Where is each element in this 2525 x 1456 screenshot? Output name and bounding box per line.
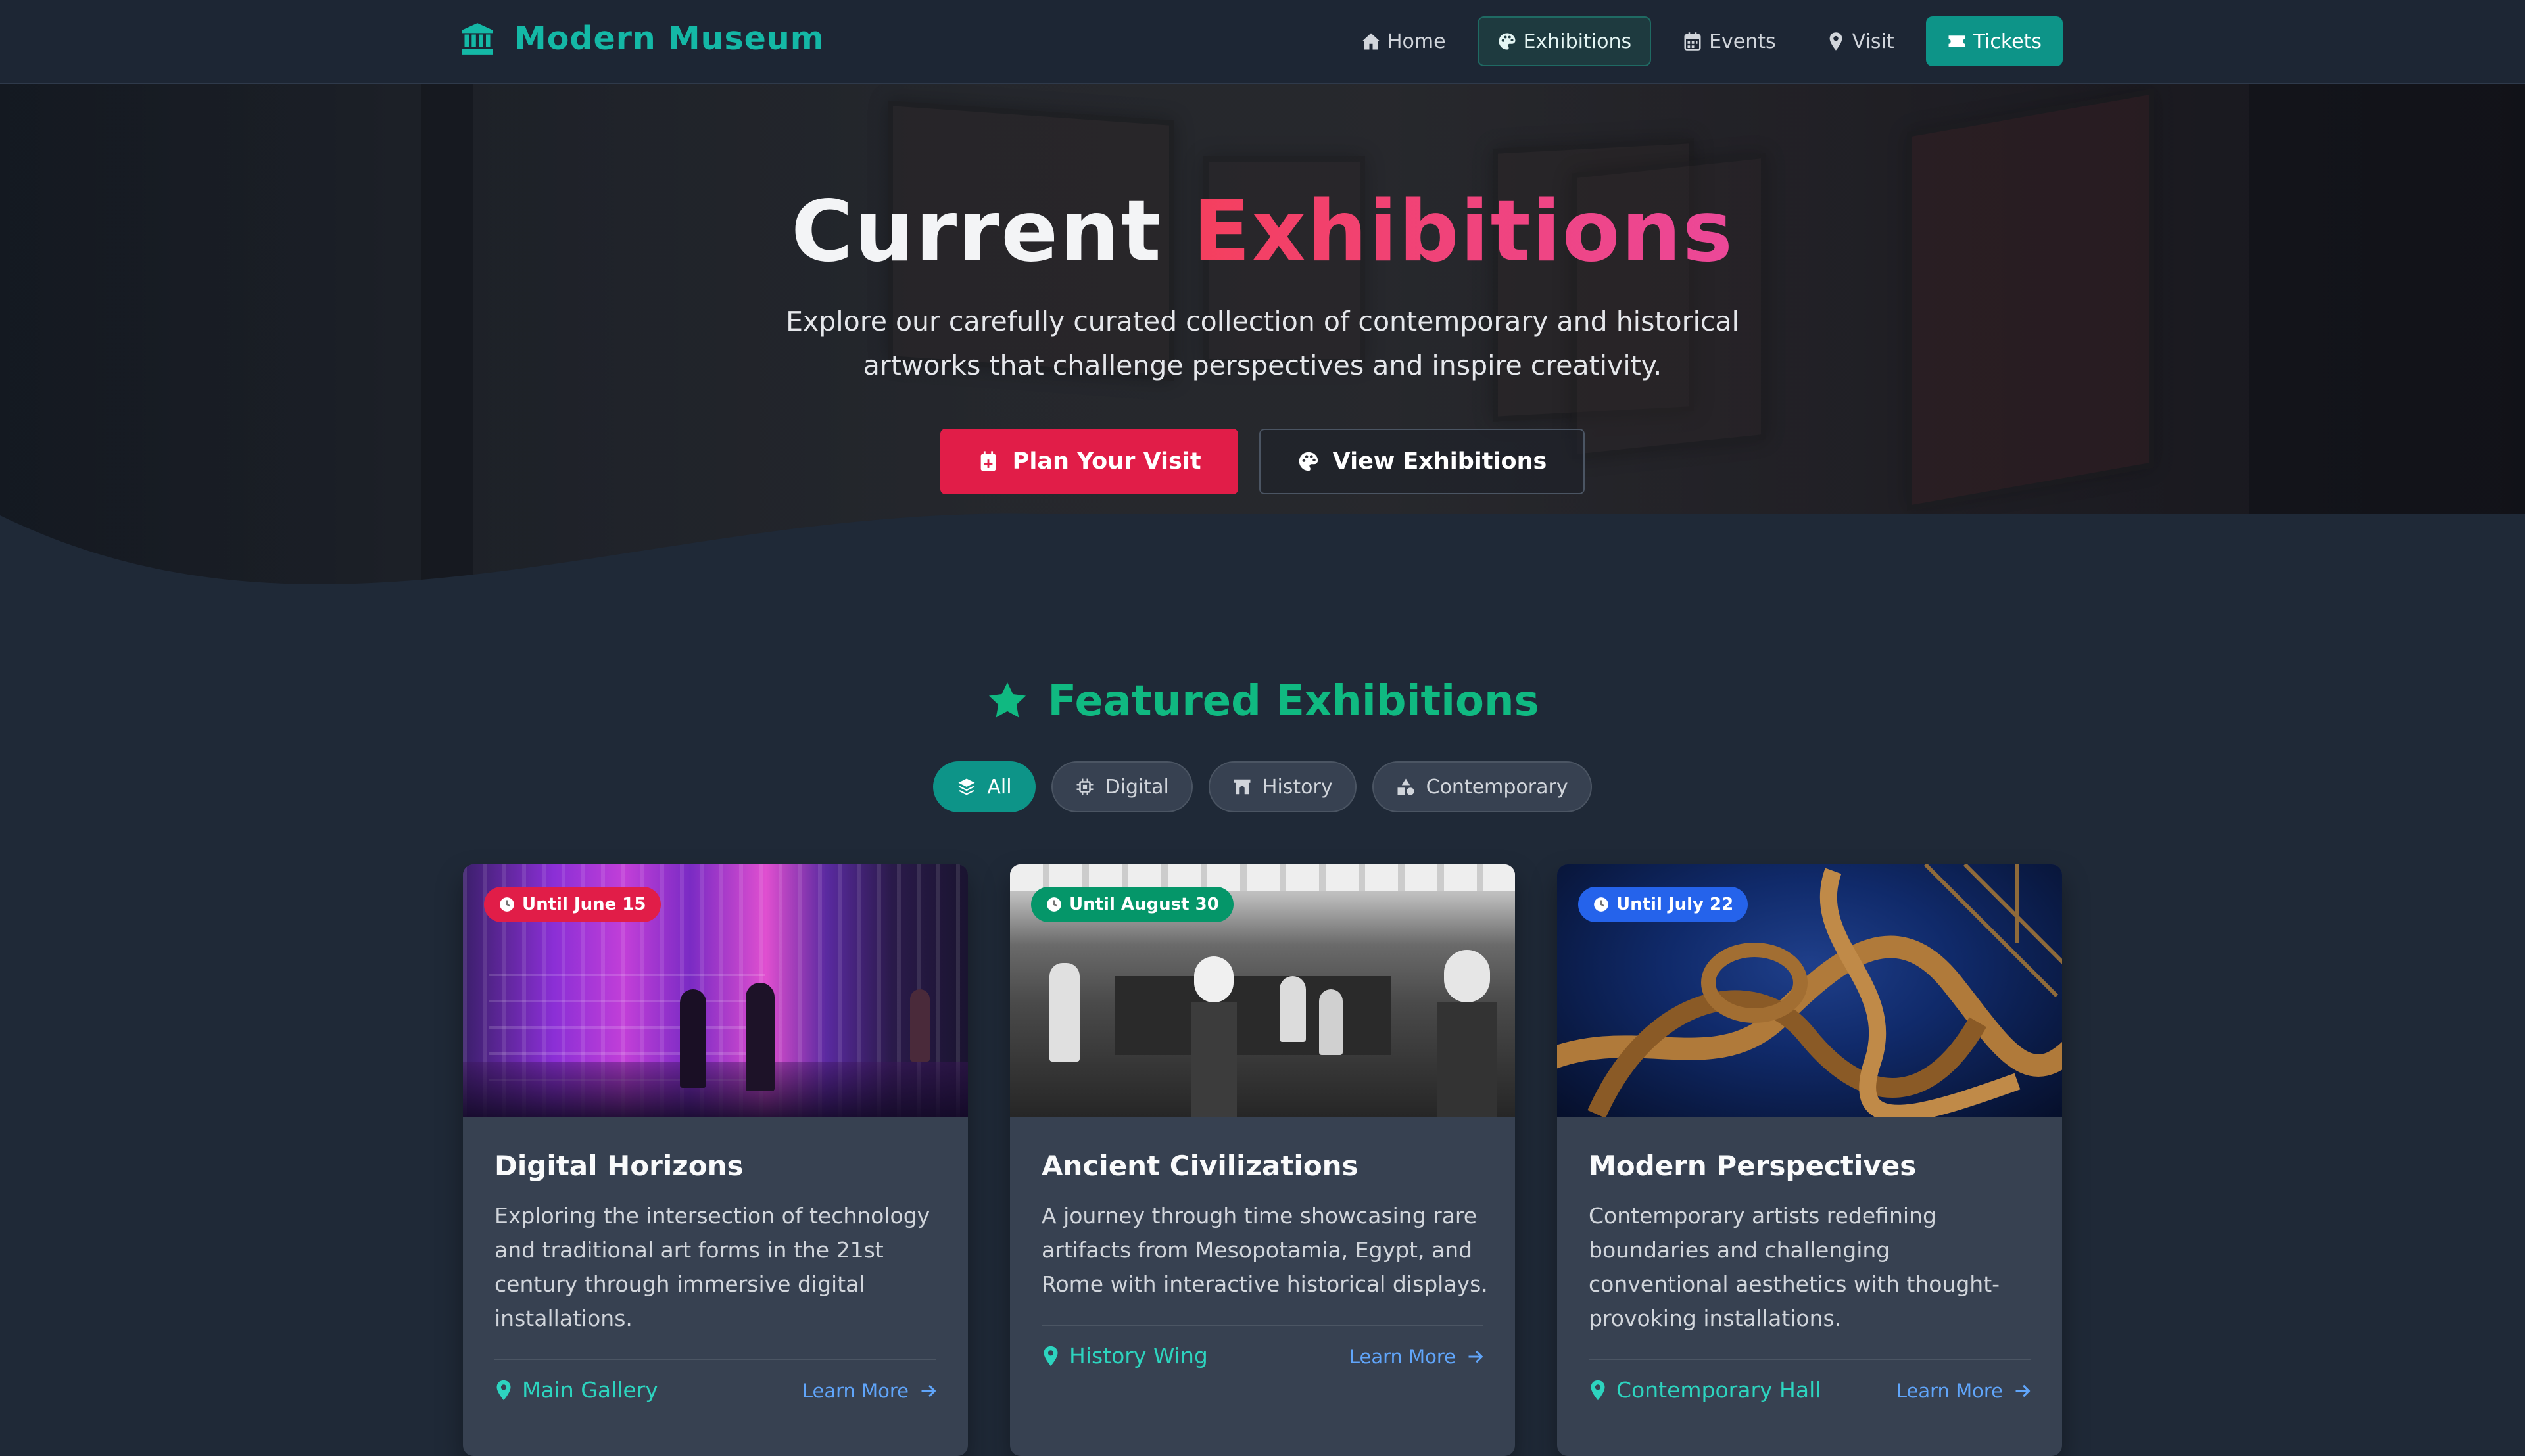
- clock-icon: [500, 897, 514, 912]
- exhibition-card-modern-perspectives[interactable]: Until July 22 Modern Perspectives Contem…: [1557, 864, 2062, 1456]
- location-label: History Wing: [1069, 1343, 1208, 1369]
- hero-buttons: Plan Your Visit View Exhibitions: [0, 429, 2525, 494]
- nav-exhibitions-label: Exhibitions: [1523, 30, 1632, 53]
- location-label: Main Gallery: [522, 1377, 658, 1403]
- clock-icon: [1594, 897, 1608, 912]
- featured-title: Featured Exhibitions: [1047, 677, 1539, 726]
- calendar-icon: [1684, 32, 1701, 51]
- hero-title: Current Exhibitions: [0, 183, 2525, 281]
- plan-visit-label: Plan Your Visit: [1012, 448, 1201, 475]
- palette-icon: [1499, 33, 1516, 50]
- brand-logo[interactable]: Modern Museum: [460, 20, 825, 57]
- location-label: Contemporary Hall: [1616, 1377, 1821, 1403]
- view-exhibitions-button[interactable]: View Exhibitions: [1259, 429, 1585, 494]
- exhibition-location: History Wing: [1042, 1343, 1208, 1369]
- archway-icon: [1234, 779, 1251, 795]
- exhibition-card-digital-horizons[interactable]: Until June 15 Digital Horizons Exploring…: [463, 864, 968, 1456]
- clock-icon: [1047, 897, 1061, 912]
- exhibition-location: Main Gallery: [494, 1377, 658, 1403]
- filter-all[interactable]: All: [933, 761, 1036, 812]
- nav-events-label: Events: [1709, 30, 1776, 53]
- nav-tickets-label: Tickets: [1973, 30, 2042, 53]
- hero-subtitle: Explore our carefully curated collection…: [786, 306, 1739, 381]
- map-pin-icon: [1591, 1380, 1605, 1400]
- card-divider: [1589, 1359, 2031, 1360]
- learn-more-link[interactable]: Learn More: [802, 1380, 938, 1402]
- filter-contemporary[interactable]: Contemporary: [1372, 761, 1592, 812]
- plan-visit-button[interactable]: Plan Your Visit: [940, 429, 1238, 494]
- map-pin-icon: [1044, 1346, 1058, 1366]
- featured-heading: Featured Exhibitions: [0, 677, 2525, 726]
- end-date-text: Until August 30: [1069, 895, 1219, 914]
- map-pin-icon: [496, 1380, 511, 1400]
- palette-icon: [1299, 452, 1318, 471]
- filter-history-label: History: [1262, 775, 1333, 799]
- chip-icon: [1076, 778, 1094, 795]
- ticket-icon: [1948, 35, 1965, 47]
- learn-more-link[interactable]: Learn More: [1349, 1346, 1485, 1368]
- nav-exhibitions[interactable]: Exhibitions: [1477, 16, 1652, 66]
- hero-section: Current Exhibitions Explore our carefull…: [0, 84, 2525, 598]
- learn-more-label: Learn More: [802, 1380, 909, 1402]
- exhibition-title: Digital Horizons: [494, 1150, 744, 1182]
- home-icon: [1362, 33, 1380, 50]
- top-navbar: Modern Museum Home Exhibitions Events Vi…: [0, 0, 2525, 84]
- filter-digital-label: Digital: [1105, 775, 1169, 799]
- exhibition-location: Contemporary Hall: [1589, 1377, 1821, 1403]
- filter-chips: All Digital History Contemporary: [0, 761, 2525, 812]
- card-divider: [494, 1359, 936, 1360]
- end-date-text: Until June 15: [522, 895, 646, 914]
- exhibition-card-ancient-civilizations[interactable]: Until August 30 Ancient Civilizations A …: [1010, 864, 1515, 1456]
- end-date-badge: Until June 15: [484, 887, 661, 922]
- end-date-badge: Until August 30: [1031, 887, 1234, 922]
- card-divider: [1042, 1325, 1483, 1326]
- filter-digital[interactable]: Digital: [1051, 761, 1193, 812]
- exhibition-description: Exploring the intersection of technology…: [494, 1203, 930, 1331]
- nav-visit[interactable]: Visit: [1808, 16, 1913, 66]
- end-date-badge: Until July 22: [1578, 887, 1748, 922]
- nav-tickets-button[interactable]: Tickets: [1925, 16, 2063, 66]
- exhibition-description: A journey through time showcasing rare a…: [1042, 1203, 1488, 1297]
- layers-icon: [958, 778, 975, 795]
- museum-icon: [462, 22, 493, 55]
- view-exhibitions-label: View Exhibitions: [1332, 448, 1547, 475]
- learn-more-label: Learn More: [1896, 1380, 2003, 1402]
- arrow-right-icon: [2015, 1384, 2031, 1397]
- exhibition-title: Ancient Civilizations: [1042, 1150, 1359, 1182]
- exhibition-description: Contemporary artists redefining boundari…: [1589, 1203, 2000, 1331]
- filter-history[interactable]: History: [1208, 761, 1357, 812]
- exhibition-title: Modern Perspectives: [1589, 1150, 1917, 1182]
- nav-events[interactable]: Events: [1664, 16, 1794, 66]
- nav-home-label: Home: [1387, 30, 1446, 53]
- hero-title-accent: Exhibitions: [1193, 183, 1734, 281]
- brand-name: Modern Museum: [514, 20, 825, 57]
- arrow-right-icon: [1468, 1350, 1483, 1363]
- shapes-icon: [1397, 778, 1414, 795]
- filter-contemporary-label: Contemporary: [1426, 775, 1568, 799]
- arrow-right-icon: [921, 1384, 936, 1397]
- calendar-plus-icon: [980, 451, 996, 471]
- nav-visit-label: Visit: [1852, 30, 1894, 53]
- hero-title-main: Current: [791, 183, 1163, 281]
- learn-more-link[interactable]: Learn More: [1896, 1380, 2032, 1402]
- end-date-text: Until July 22: [1616, 895, 1734, 914]
- learn-more-label: Learn More: [1349, 1346, 1456, 1368]
- map-pin-icon: [1829, 32, 1842, 51]
- star-icon: [989, 682, 1026, 718]
- nav-links: Home Exhibitions Events Visit Tickets: [1343, 16, 2063, 66]
- nav-home[interactable]: Home: [1343, 16, 1464, 66]
- filter-all-label: All: [987, 775, 1012, 799]
